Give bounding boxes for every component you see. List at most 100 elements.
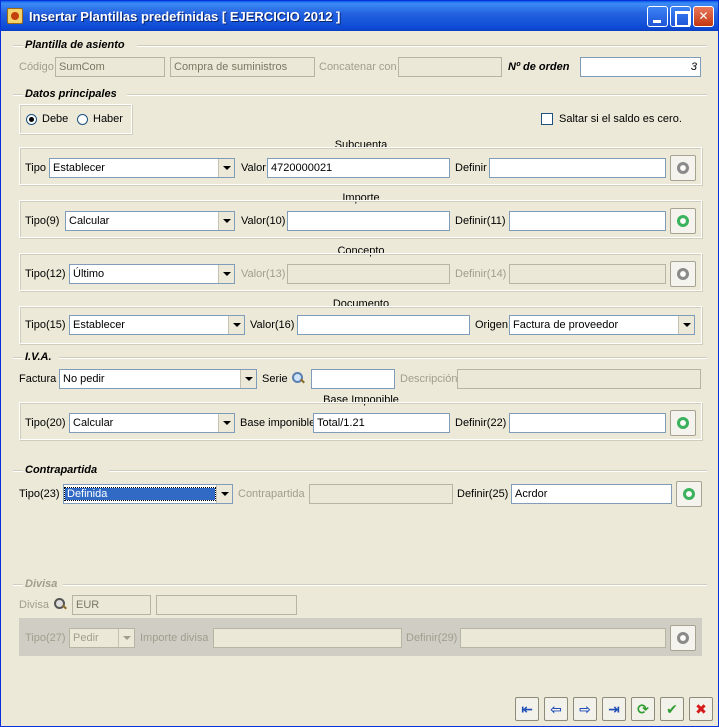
- previous-record-button[interactable]: ⇦: [544, 697, 568, 721]
- chevron-down-icon[interactable]: [218, 414, 234, 432]
- importe-tipo-select[interactable]: Calcular: [65, 211, 235, 231]
- contrapartida-definir-button[interactable]: [676, 481, 702, 507]
- gear-icon: [677, 215, 689, 227]
- close-button[interactable]: ✕: [693, 6, 714, 27]
- concatenar-label: Concatenar con: [319, 61, 397, 73]
- contrapartida-field[interactable]: [309, 484, 453, 504]
- concepto-valor-field[interactable]: [287, 264, 450, 284]
- divisa-definir-button[interactable]: [670, 625, 696, 651]
- divider: [13, 470, 23, 472]
- chevron-down-icon[interactable]: [118, 629, 134, 647]
- documento-valor-field[interactable]: [297, 315, 470, 335]
- search-icon[interactable]: [292, 372, 304, 384]
- divider: [127, 94, 707, 96]
- orden-label: Nº de orden: [508, 61, 570, 73]
- base-tipo-select[interactable]: Calcular: [69, 413, 235, 433]
- concepto-definir-field[interactable]: [509, 264, 666, 284]
- debe-radio[interactable]: [26, 114, 37, 125]
- subcuenta-definir-field[interactable]: [489, 158, 666, 178]
- divisa-definir-label: Definir(29): [406, 632, 458, 644]
- last-record-button[interactable]: ⇥: [602, 697, 626, 721]
- concatenar-field[interactable]: [398, 57, 502, 77]
- concepto-tipo-select[interactable]: Último: [69, 264, 235, 284]
- contrapartida-definir-field[interactable]: Acrdor: [511, 484, 672, 504]
- subcuenta-valor-field[interactable]: 4720000021: [267, 158, 450, 178]
- documento-tipo-select[interactable]: Establecer: [69, 315, 245, 335]
- divider: [13, 357, 23, 359]
- haber-radio[interactable]: [77, 114, 88, 125]
- minimize-button[interactable]: [647, 6, 668, 27]
- concepto-definir-button[interactable]: [670, 261, 696, 287]
- base-definir-field[interactable]: [509, 413, 666, 433]
- importe-definir-field[interactable]: [509, 211, 666, 231]
- divisa-tipo-select[interactable]: Pedir: [69, 628, 135, 648]
- importe-definir-label: Definir(11): [455, 215, 506, 227]
- codigo-field[interactable]: SumCom: [55, 57, 165, 77]
- chevron-down-icon[interactable]: [218, 212, 234, 230]
- section-datos-title: Datos principales: [25, 88, 117, 100]
- divisa-field[interactable]: EUR: [72, 595, 151, 615]
- importe-definir-button[interactable]: [670, 208, 696, 234]
- subcuenta-tipo-select[interactable]: Establecer: [49, 158, 235, 178]
- subcuenta-definir-label: Definir: [455, 162, 487, 174]
- refresh-button[interactable]: ⟳: [631, 697, 655, 721]
- next-record-button[interactable]: ⇨: [573, 697, 597, 721]
- concepto-valor-label: Valor(13): [241, 268, 286, 280]
- orden-field[interactable]: 3: [580, 57, 701, 77]
- chevron-down-icon[interactable]: [678, 316, 694, 334]
- accept-button[interactable]: ✔: [660, 697, 684, 721]
- subcuenta-valor-label: Valor: [241, 162, 266, 174]
- saltar-label: Saltar si el saldo es cero.: [559, 113, 682, 125]
- subcuenta-definir-button[interactable]: [670, 155, 696, 181]
- saltar-checkbox[interactable]: [541, 113, 553, 125]
- serie-label: Serie: [262, 373, 288, 385]
- chevron-down-icon[interactable]: [218, 265, 234, 283]
- importe-valor-field[interactable]: [287, 211, 450, 231]
- window-title: Insertar Plantillas predefinidas [ EJERC…: [29, 9, 341, 24]
- base-imponible-label: Base imponible: [240, 417, 316, 429]
- chevron-down-icon[interactable]: [216, 485, 232, 503]
- divider: [13, 94, 23, 96]
- divisa-definir-field[interactable]: [460, 628, 666, 648]
- plantilla-descripcion-field[interactable]: Compra de suministros: [170, 57, 315, 77]
- dialog-window: Insertar Plantillas predefinidas [ EJERC…: [0, 0, 719, 727]
- base-imponible-field[interactable]: Total/1.21: [313, 413, 450, 433]
- divisa-tipo-label: Tipo(27): [25, 632, 66, 644]
- base-definir-label: Definir(22): [455, 417, 507, 429]
- first-record-button[interactable]: ⇤: [515, 697, 539, 721]
- divider: [13, 45, 23, 47]
- documento-tipo-label: Tipo(15): [25, 319, 66, 331]
- gear-icon: [677, 268, 689, 280]
- importe-divisa-label: Importe divisa: [140, 632, 209, 644]
- divisa-descripcion-field[interactable]: [156, 595, 297, 615]
- base-definir-button[interactable]: [670, 410, 696, 436]
- divider: [59, 357, 707, 359]
- iva-descripcion-field[interactable]: [457, 369, 701, 389]
- maximize-button[interactable]: [670, 6, 691, 27]
- chevron-down-icon[interactable]: [218, 159, 234, 177]
- section-contrapartida-title: Contrapartida: [25, 464, 98, 476]
- contrapartida-tipo-label: Tipo(23): [19, 488, 60, 500]
- gear-icon: [683, 488, 695, 500]
- haber-label: Haber: [93, 113, 123, 125]
- chevron-down-icon[interactable]: [240, 370, 256, 388]
- debe-label: Debe: [42, 113, 69, 125]
- factura-label: Factura: [19, 373, 57, 385]
- gear-icon: [677, 417, 689, 429]
- concepto-tipo-label: Tipo(12): [25, 268, 66, 280]
- importe-valor-label: Valor(10): [241, 215, 286, 227]
- section-iva-title: I.V.A.: [25, 351, 52, 363]
- divider: [109, 470, 707, 472]
- importe-divisa-field[interactable]: [213, 628, 402, 648]
- documento-valor-label: Valor(16): [250, 319, 295, 331]
- contrapartida-tipo-select[interactable]: Definida: [63, 484, 233, 504]
- factura-select[interactable]: No pedir: [59, 369, 257, 389]
- cancel-button[interactable]: ✖: [689, 697, 713, 721]
- contrapartida-label: Contrapartida: [238, 488, 305, 500]
- title-bar[interactable]: Insertar Plantillas predefinidas [ EJERC…: [1, 1, 718, 31]
- serie-field[interactable]: [311, 369, 395, 389]
- chevron-down-icon[interactable]: [228, 316, 244, 334]
- search-icon[interactable]: [54, 598, 66, 610]
- concepto-definir-label: Definir(14): [455, 268, 507, 280]
- origen-select[interactable]: Factura de proveedor: [509, 315, 695, 335]
